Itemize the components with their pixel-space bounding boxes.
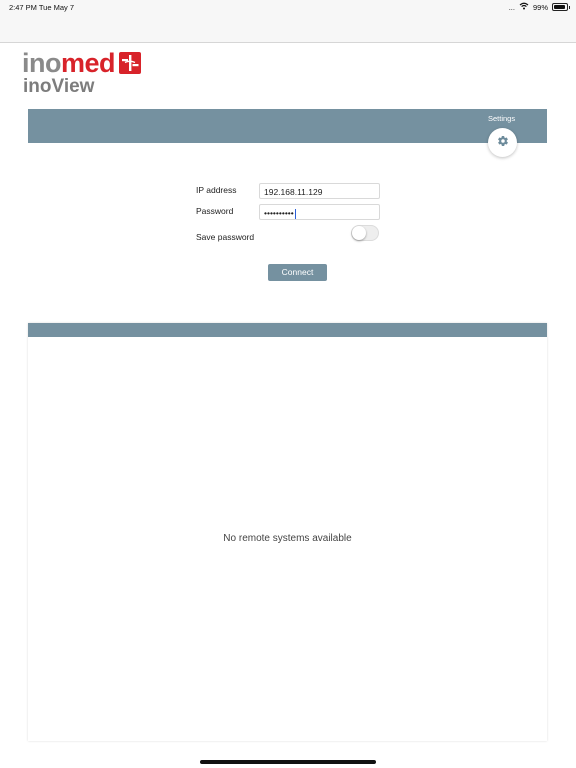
- settings-bar: [28, 109, 547, 143]
- signal-indicator: ...: [508, 2, 515, 12]
- battery-icon: [552, 3, 570, 11]
- settings-button[interactable]: [488, 128, 517, 157]
- home-indicator[interactable]: [200, 760, 376, 764]
- ip-address-input[interactable]: 192.168.11.129: [259, 183, 380, 199]
- brand-mark-icon: [119, 52, 142, 74]
- brand-name-part1: ino: [22, 48, 62, 78]
- save-password-toggle[interactable]: [351, 225, 379, 241]
- battery-percent: 99%: [532, 2, 548, 12]
- password-label: Password: [196, 206, 234, 216]
- remote-systems-empty-message: No remote systems available: [223, 533, 352, 544]
- app-logo: inomed inoView: [22, 48, 142, 97]
- status-bar: 2:47 PM Tue May 7 ... 99%: [0, 0, 576, 43]
- password-value: ••••••••••: [264, 208, 294, 218]
- brand-name-part2: med: [61, 48, 116, 78]
- brand-name: inomed: [22, 48, 116, 78]
- wifi-icon: [519, 2, 529, 12]
- ip-address-label: IP address: [196, 185, 237, 195]
- product-name: inoView: [23, 76, 95, 97]
- ip-address-value: 192.168.11.129: [264, 187, 323, 197]
- status-indicators: ... 99%: [508, 2, 570, 12]
- gear-icon: [497, 134, 509, 152]
- connect-button[interactable]: Connect: [268, 264, 327, 281]
- remote-systems-panel: No remote systems available: [28, 323, 547, 741]
- toggle-knob: [352, 226, 366, 240]
- save-password-label: Save password: [196, 232, 255, 242]
- remote-systems-header: [28, 323, 547, 337]
- text-caret: [294, 208, 296, 219]
- settings-label: Settings: [488, 114, 516, 123]
- status-time: 2:47 PM Tue May 7: [9, 3, 75, 12]
- password-input[interactable]: ••••••••••: [259, 204, 380, 220]
